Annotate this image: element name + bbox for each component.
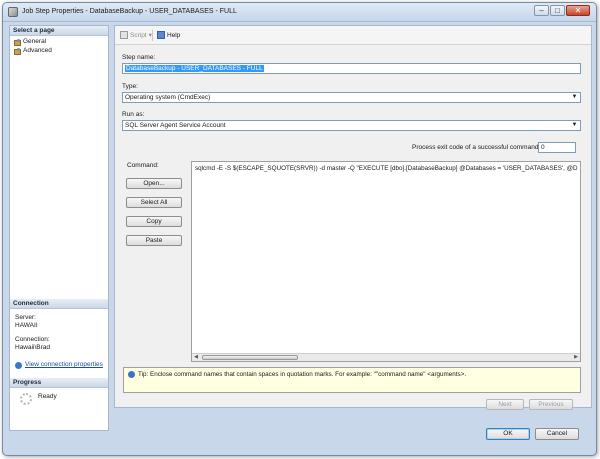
page-item-label: General (23, 38, 47, 45)
title-bar[interactable]: Job Step Properties - DatabaseBackup - U… (3, 3, 596, 22)
chevron-down-icon: ▼ (571, 122, 578, 128)
command-label: Command: (127, 162, 159, 169)
job-step-properties-dialog: Job Step Properties - DatabaseBackup - U… (2, 2, 597, 456)
script-icon (120, 31, 128, 39)
type-label: Type: (122, 83, 138, 90)
run-as-label: Run as: (122, 111, 145, 118)
command-text: sqlcmd -E -S $(ESCAPE_SQUOTE(SRVR)) -d m… (195, 165, 578, 172)
connection-header: Connection (10, 299, 108, 309)
tip-text: Tip: Enclose command names that contain … (138, 371, 467, 378)
window-title: Job Step Properties - DatabaseBackup - U… (22, 8, 237, 15)
horizontal-scrollbar[interactable]: ◀ ▶ (192, 353, 580, 361)
connection-properties-icon (15, 362, 22, 369)
ok-button[interactable]: OK (486, 428, 530, 440)
step-name-input[interactable]: DatabaseBackup - USER_DATABASES - FULL (122, 63, 581, 74)
minimize-button[interactable]: – (534, 5, 549, 16)
step-name-value: DatabaseBackup - USER_DATABASES - FULL (125, 65, 264, 72)
app-icon (8, 7, 18, 17)
toolbar-separator (152, 30, 153, 41)
progress-header: Progress (10, 378, 108, 388)
wrench-icon (14, 47, 21, 55)
page-item-label: Advanced (23, 47, 52, 54)
info-icon (128, 371, 135, 378)
previous-button[interactable]: Previous (529, 399, 573, 410)
cancel-button[interactable]: Cancel (535, 428, 579, 440)
help-icon (157, 31, 165, 39)
run-as-value: SQL Server Agent Service Account (125, 122, 226, 129)
close-button[interactable]: ✕ (566, 5, 590, 16)
paste-button[interactable]: Paste (126, 235, 182, 246)
progress-spinner-icon (20, 393, 32, 405)
type-value: Operating system (CmdExec) (125, 94, 211, 101)
scroll-left-icon[interactable]: ◀ (192, 354, 200, 361)
chevron-down-icon: ▼ (571, 94, 578, 100)
script-button[interactable]: Script ▾ (120, 31, 152, 39)
connection-label: Connection: (15, 336, 50, 343)
command-editor[interactable]: sqlcmd -E -S $(ESCAPE_SQUOTE(SRVR)) -d m… (191, 161, 581, 362)
maximize-button[interactable]: □ (550, 5, 565, 16)
server-label: Server: (15, 314, 36, 321)
page-item-general[interactable]: General (14, 38, 47, 46)
copy-button[interactable]: Copy (126, 216, 182, 227)
exit-code-value: 0 (541, 144, 545, 151)
type-select[interactable]: Operating system (CmdExec) ▼ (122, 92, 581, 103)
next-button[interactable]: Next (486, 399, 524, 410)
scroll-right-icon[interactable]: ▶ (572, 354, 580, 361)
tip-box: Tip: Enclose command names that contain … (123, 367, 581, 393)
select-all-button[interactable]: Select All (126, 197, 182, 208)
wrench-icon (14, 38, 21, 46)
left-pane: Select a page General Advanced Connectio… (9, 25, 109, 431)
view-connection-properties-link[interactable]: View connection properties (25, 361, 103, 368)
run-as-select[interactable]: SQL Server Agent Service Account ▼ (122, 120, 581, 131)
help-button[interactable]: Help (157, 31, 180, 39)
page-item-advanced[interactable]: Advanced (14, 47, 52, 55)
exit-code-label: Process exit code of a successful comman… (412, 144, 541, 151)
select-page-header: Select a page (10, 26, 108, 36)
connection-value: Hawaii\Brad (15, 344, 51, 351)
window-controls: – □ ✕ (534, 5, 590, 16)
progress-status: Ready (38, 393, 57, 400)
server-value: HAWAII (15, 322, 38, 329)
toolbar: Script ▾ Help (115, 26, 591, 45)
open-button[interactable]: Open... (126, 178, 182, 189)
script-label: Script (130, 31, 147, 39)
scrollbar-thumb[interactable] (202, 355, 298, 360)
help-label: Help (167, 31, 181, 39)
right-pane: Script ▾ Help Step name: DatabaseBackup … (114, 25, 592, 408)
step-name-label: Step name: (122, 54, 156, 61)
exit-code-input[interactable]: 0 (538, 142, 576, 153)
